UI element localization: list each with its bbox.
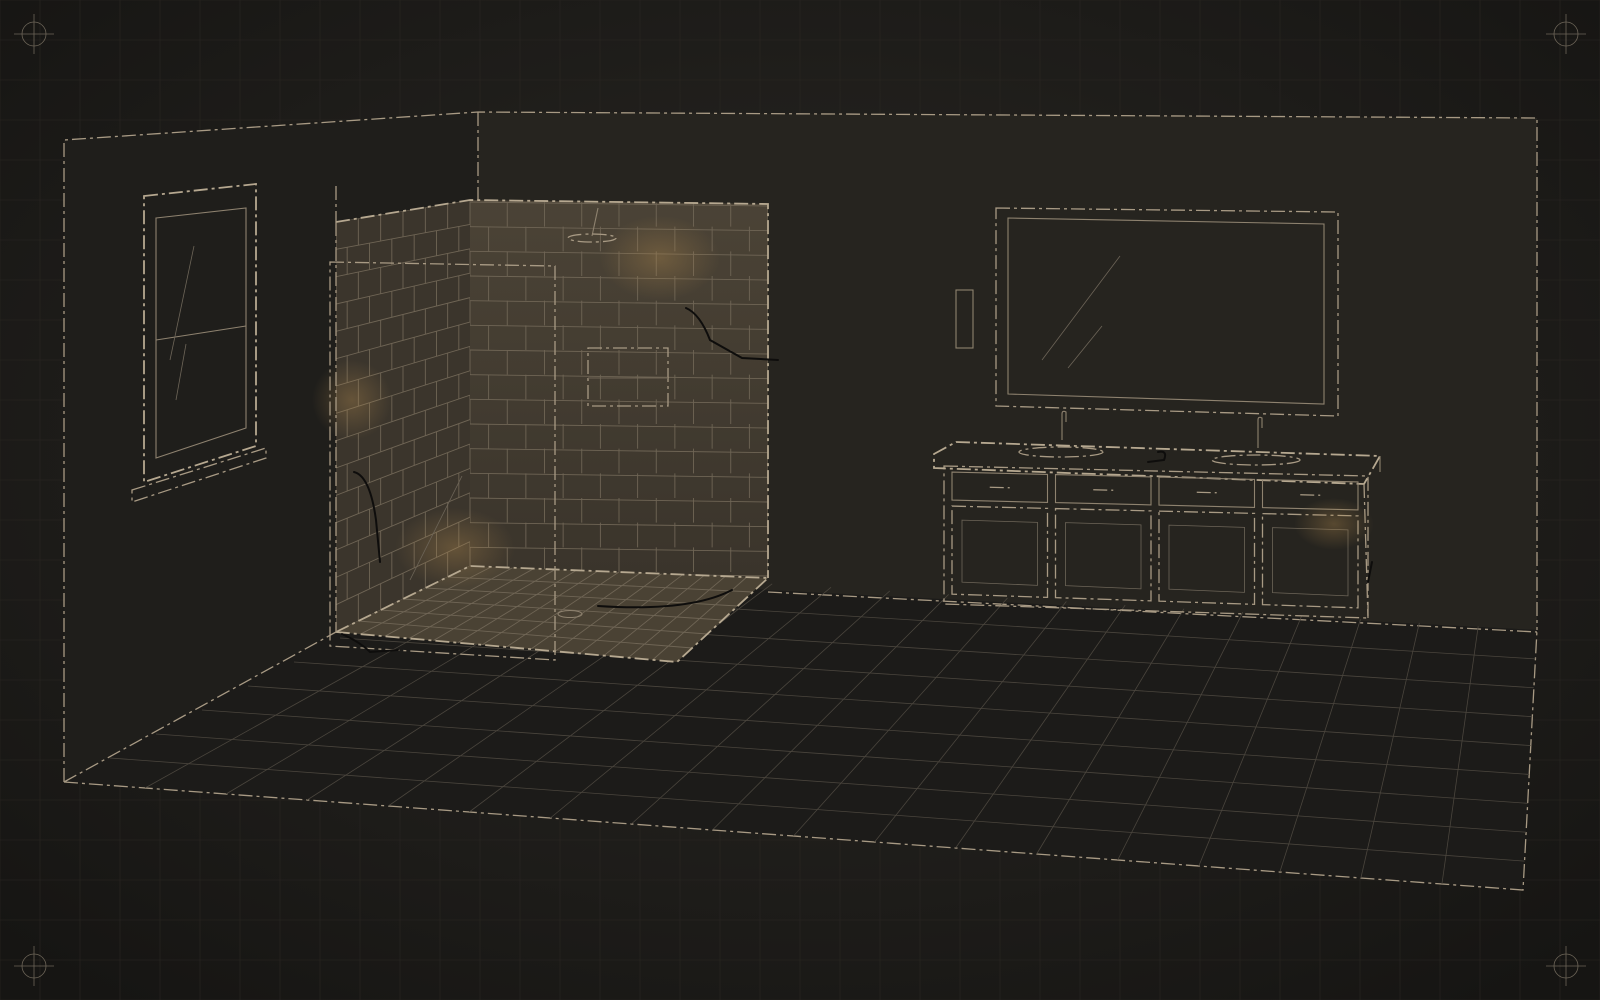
scene-svg [0, 0, 1600, 1000]
glow-vanity [1294, 498, 1374, 550]
glow-shower-side [312, 360, 392, 440]
glow-shower-back [600, 216, 720, 300]
shower-enclosure [312, 186, 779, 663]
glow-shower-floor [395, 508, 515, 588]
bathroom-blueprint-canvas [0, 0, 1600, 1000]
